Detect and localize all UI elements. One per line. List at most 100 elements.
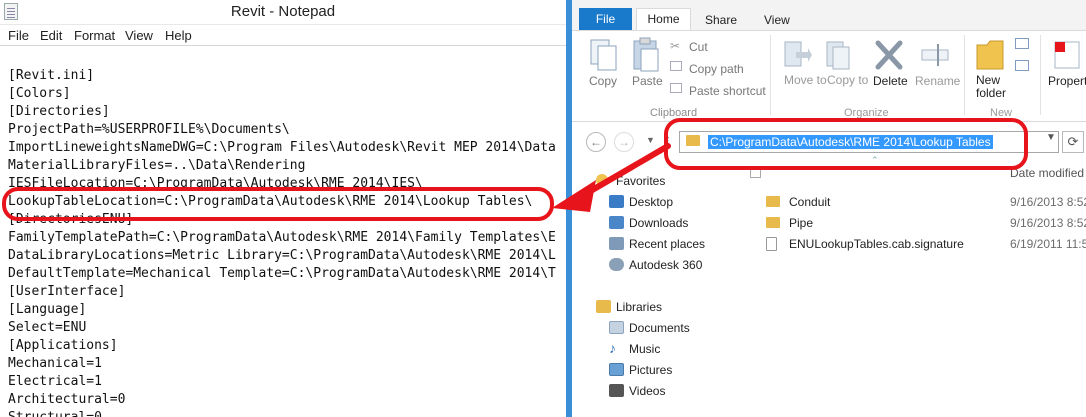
nav-pictures[interactable]: Pictures xyxy=(572,360,742,380)
file-name: ENULookupTables.cab.signature xyxy=(789,237,964,251)
menu-help[interactable]: Help xyxy=(165,28,192,43)
address-row: ← → ▼ ↑ C:\ProgramData\Autodesk\RME 2014… xyxy=(572,128,1086,156)
notepad-titlebar: Revit - Notepad xyxy=(0,0,566,25)
nav-videos[interactable]: Videos xyxy=(572,381,742,401)
ribbon-separator xyxy=(964,35,965,115)
tab-share[interactable]: Share xyxy=(705,13,737,27)
cloud-icon xyxy=(609,258,624,271)
text-line: DefaultTemplate=Mechanical Template=C:\P… xyxy=(8,266,556,281)
tab-file[interactable]: File xyxy=(579,8,632,30)
ribbon-home: Copy Paste ✂ Cut Copy path Paste shortcu… xyxy=(572,30,1086,122)
nav-favorites-label: Favorites xyxy=(616,174,666,188)
text-line-lookup-table-location: LookupTableLocation=C:\ProgramData\Autod… xyxy=(8,194,533,209)
rename-label: Rename xyxy=(915,74,961,88)
ribbon-tabs: File Home Share View xyxy=(572,0,1086,30)
copy-to-label: Copy to xyxy=(827,73,869,87)
ribbon-separator xyxy=(1040,35,1041,115)
ribbon-separator xyxy=(770,35,771,115)
file-date: 6/19/2011 11:5 xyxy=(1010,237,1086,251)
copy-path-label: Copy path xyxy=(689,62,744,76)
nav-videos-label: Videos xyxy=(629,384,666,398)
text-line: DataLibraryLocations=Metric Library=C:\P… xyxy=(8,248,556,263)
recent-locations-chevron-icon[interactable]: ▼ xyxy=(646,135,655,145)
new-folder-label: New folder xyxy=(976,73,1007,100)
menu-file[interactable]: File xyxy=(8,28,29,43)
copy-to-icon xyxy=(826,41,850,70)
sort-up-chevron-icon: ⌃ xyxy=(871,155,879,165)
text-line: Mechanical=1 xyxy=(8,356,102,371)
nav-music[interactable]: ♪ Music xyxy=(572,339,742,359)
text-line: ProjectPath=%USERPROFILE%\Documents\ xyxy=(8,122,290,137)
music-note-icon: ♪ xyxy=(609,340,616,356)
back-button[interactable]: ← xyxy=(586,132,606,152)
file-date: 9/16/2013 8:52 xyxy=(1010,216,1086,230)
nav-downloads[interactable]: Downloads xyxy=(572,213,742,233)
up-arrow-icon[interactable]: ↑ xyxy=(665,132,671,146)
navigation-pane: Favorites Desktop Downloads Recent place… xyxy=(572,165,742,417)
nav-desktop[interactable]: Desktop xyxy=(572,192,742,212)
desktop-icon xyxy=(609,195,624,208)
refresh-button[interactable]: ⟳ xyxy=(1062,131,1084,153)
menu-edit[interactable]: Edit xyxy=(40,28,62,43)
menu-format[interactable]: Format xyxy=(74,28,115,43)
file-name: Conduit xyxy=(789,195,831,209)
text-line: Structural=0 xyxy=(8,409,102,417)
easy-access-icon[interactable] xyxy=(1015,60,1029,71)
file-name: Pipe xyxy=(789,216,814,230)
nav-favorites[interactable]: Favorites xyxy=(572,171,742,191)
nav-autodesk-360-label: Autodesk 360 xyxy=(629,258,703,272)
copy-icon xyxy=(590,39,617,71)
file-row-conduit[interactable]: Conduit 9/16/2013 8:52 xyxy=(744,192,1086,213)
column-date-modified[interactable]: Date modified xyxy=(1010,166,1084,180)
nav-recent-places-label: Recent places xyxy=(629,237,706,251)
nav-recent-places[interactable]: Recent places xyxy=(572,234,742,254)
column-header: Date modified ⌃ xyxy=(744,155,1086,185)
text-line: ImportLineweightsNameDWG=C:\Program File… xyxy=(8,140,556,155)
menu-view[interactable]: View xyxy=(125,28,153,43)
clipboard-group-label: Clipboard xyxy=(650,107,698,119)
nav-downloads-label: Downloads xyxy=(629,216,689,230)
pictures-icon xyxy=(609,363,624,376)
delete-label: Delete xyxy=(873,74,908,88)
text-line: FamilyTemplatePath=C:\ProgramData\Autode… xyxy=(8,230,556,245)
folder-icon xyxy=(686,135,700,146)
nav-documents[interactable]: Documents xyxy=(572,318,742,338)
address-dropdown-chevron-icon[interactable]: ▼ xyxy=(1046,132,1056,143)
select-all-checkbox[interactable] xyxy=(750,167,761,178)
new-item-icon[interactable] xyxy=(1015,38,1029,49)
nav-libraries-label: Libraries xyxy=(616,300,663,314)
file-date: 9/16/2013 8:52 xyxy=(1010,195,1086,209)
paste-shortcut-icon xyxy=(670,83,682,93)
text-line: [Directories] xyxy=(8,104,110,119)
videos-icon xyxy=(609,384,624,397)
tab-view[interactable]: View xyxy=(764,13,790,27)
address-bar[interactable]: C:\ProgramData\Autodesk\RME 2014\Lookup … xyxy=(679,131,1059,153)
text-line: [Applications] xyxy=(8,338,118,353)
move-to-label: Move to xyxy=(784,73,827,87)
documents-icon xyxy=(609,321,624,334)
notepad-title: Revit - Notepad xyxy=(230,3,336,20)
libraries-icon xyxy=(596,300,611,313)
new-folder-icon xyxy=(976,40,1004,70)
paste-shortcut-label: Paste shortcut xyxy=(689,84,766,98)
paste-icon xyxy=(633,37,659,72)
forward-button[interactable]: → xyxy=(614,132,634,152)
file-row-pipe[interactable]: Pipe 9/16/2013 8:52 xyxy=(744,213,1086,234)
text-line: [Language] xyxy=(8,302,87,317)
file-row-signature[interactable]: ENULookupTables.cab.signature 6/19/2011 … xyxy=(744,234,1086,255)
nav-libraries[interactable]: Libraries xyxy=(572,297,742,317)
text-line: [UserInterface] xyxy=(8,284,126,299)
nav-desktop-label: Desktop xyxy=(629,195,674,209)
notepad-text-area[interactable]: [Revit.ini] [Colors] [Directories] Proje… xyxy=(0,45,566,417)
text-line: MaterialLibraryFiles=..\Data\Rendering xyxy=(8,158,306,173)
text-line: IESFileLocation=C:\ProgramData\Autodesk\… xyxy=(8,176,423,191)
text-line: Architectural=0 xyxy=(8,392,126,407)
address-text[interactable]: C:\ProgramData\Autodesk\RME 2014\Lookup … xyxy=(708,135,993,149)
cut-label: Cut xyxy=(689,40,708,54)
copy-label: Copy xyxy=(589,74,618,88)
folder-icon xyxy=(766,217,780,228)
nav-autodesk-360[interactable]: Autodesk 360 xyxy=(572,255,742,275)
tab-home[interactable]: Home xyxy=(636,8,691,30)
rename-icon xyxy=(921,44,949,66)
move-to-icon xyxy=(784,41,812,67)
